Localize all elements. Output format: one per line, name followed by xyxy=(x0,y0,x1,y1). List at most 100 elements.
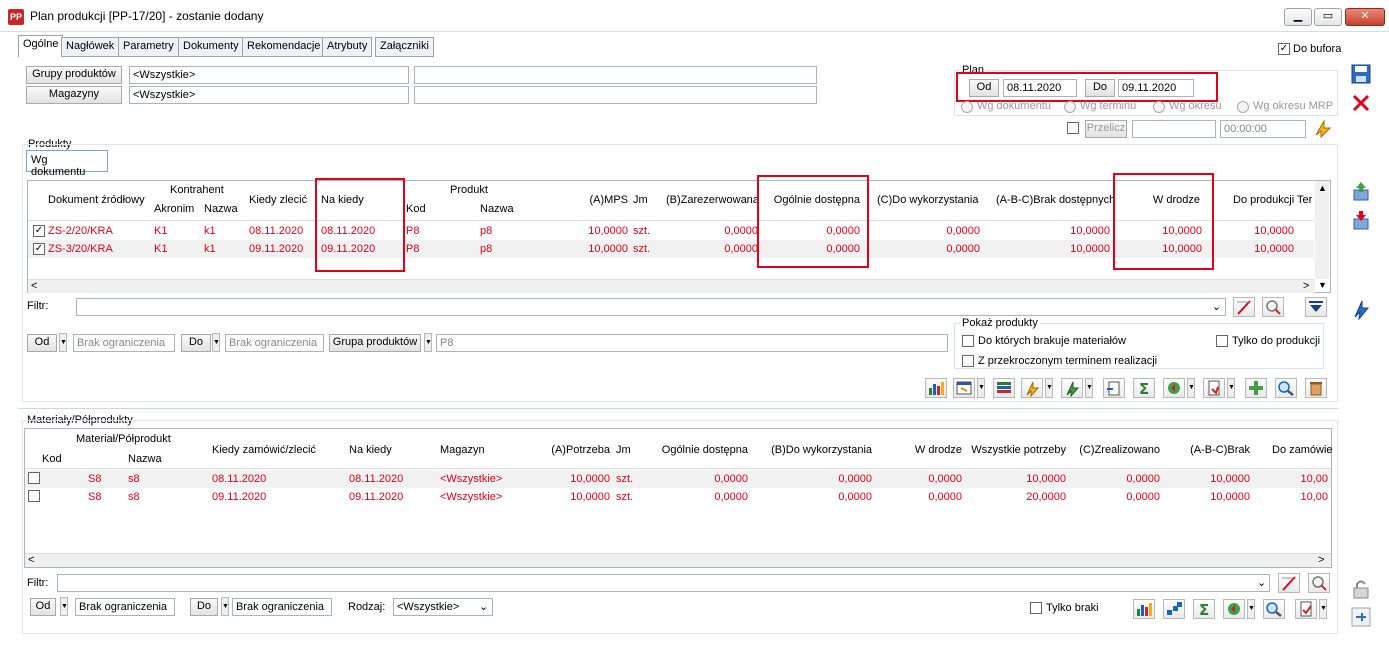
radio-wg-dokumentu[interactable] xyxy=(961,101,973,113)
scroll-right-icon[interactable]: > xyxy=(1303,280,1309,292)
col-termin[interactable]: Ter xyxy=(1297,194,1312,206)
col-kiedy-zlecic[interactable]: Kiedy zlecić xyxy=(249,194,307,206)
materialy-od-dropdown[interactable]: ▼ xyxy=(60,597,68,616)
undo-green-dropdown[interactable]: ▼ xyxy=(1187,378,1195,398)
radio-wg-terminu[interactable] xyxy=(1064,101,1076,113)
col-brak-dostepnych[interactable]: (A-B-C)Brak dostępnych xyxy=(996,194,1115,206)
produkty-do-dropdown[interactable]: ▼ xyxy=(212,333,220,352)
col-jm[interactable]: Jm xyxy=(633,194,648,206)
col-m-na-kiedy[interactable]: Na kiedy xyxy=(349,444,392,456)
col-do-produkcji[interactable]: Do produkcji xyxy=(1233,194,1294,206)
rodzaj-chevron-down-icon[interactable]: ⌄ xyxy=(479,600,488,613)
produkty-od-dropdown[interactable]: ▼ xyxy=(59,333,67,352)
m-undo-green-icon[interactable] xyxy=(1223,599,1245,619)
rodzaj-select[interactable]: <Wszystkie> xyxy=(393,598,493,616)
produkty-od-field[interactable]: Brak ograniczenia xyxy=(73,334,175,352)
produkty-do-field[interactable]: Brak ograniczenia xyxy=(225,334,324,352)
col-zarezerwowana[interactable]: (B)Zarezerwowana xyxy=(666,194,759,206)
col-m-magazyn[interactable]: Magazyn xyxy=(440,444,485,456)
m-row-checkbox[interactable] xyxy=(28,472,40,484)
m-clear-filter-icon[interactable] xyxy=(1278,573,1300,593)
subtab-wg-dokumentu[interactable]: Wg dokumentu xyxy=(26,150,108,178)
col-m-do-wykorzystania[interactable]: (B)Do wykorzystania xyxy=(760,444,872,456)
col-kontrahent-nazwa[interactable]: Nazwa xyxy=(204,203,238,215)
col-produkt-nazwa[interactable]: Nazwa xyxy=(480,203,514,215)
materialy-od-button[interactable]: Od xyxy=(30,598,56,616)
col-m-do-zamowienia[interactable]: Do zamówie xyxy=(1272,444,1333,456)
grupa-produktow-field[interactable]: P8 xyxy=(436,334,948,352)
import-down-icon[interactable] xyxy=(1350,209,1372,231)
m-filter-builder-icon[interactable] xyxy=(1308,573,1330,593)
col-m-potrzeba[interactable]: (A)Potrzeba xyxy=(540,444,610,456)
trash-icon[interactable] xyxy=(1305,378,1327,398)
m-undo-green-dropdown[interactable]: ▼ xyxy=(1247,599,1255,619)
col-m-brak[interactable]: (A-B-C)Brak xyxy=(1166,444,1250,456)
col-m-w-drodze[interactable]: W drodze xyxy=(880,444,962,456)
produkty-do-button[interactable]: Do xyxy=(181,334,211,352)
col-produkt-kod[interactable]: Kod xyxy=(406,203,426,215)
przelicz-button[interactable]: Przelicz xyxy=(1085,120,1127,138)
col-m-wszystkie[interactable]: Wszystkie potrzeby xyxy=(966,444,1066,456)
clear-filter-icon[interactable] xyxy=(1233,297,1255,317)
tab-parametry[interactable]: Parametry xyxy=(118,37,179,57)
process-lightning-icon[interactable] xyxy=(1350,298,1372,321)
export-document-icon[interactable] xyxy=(1103,378,1125,398)
materialy-do-field[interactable]: Brak ograniczenia xyxy=(232,598,332,616)
m-document-check-icon[interactable] xyxy=(1295,599,1317,619)
col-m-kod[interactable]: Kod xyxy=(42,453,62,465)
grupy-produktow-field[interactable]: <Wszystkie> xyxy=(129,66,409,84)
grid-schedule-icon[interactable] xyxy=(953,378,975,398)
produkty-od-button[interactable]: Od xyxy=(27,334,57,352)
magazyny-field[interactable]: <Wszystkie> xyxy=(129,86,409,104)
grupy-produktow-extra-field[interactable] xyxy=(414,66,817,84)
tab-rekomendacje[interactable]: Rekomendacje xyxy=(242,37,326,57)
tab-atrybuty[interactable]: Atrybuty xyxy=(322,37,373,57)
tylko-do-produkcji-checkbox[interactable] xyxy=(1216,335,1228,347)
generate-lightning-dropdown[interactable]: ▼ xyxy=(1045,378,1053,398)
row-checkbox[interactable]: ✓ xyxy=(33,243,45,255)
przelicz-time-field[interactable]: 00:00:00 xyxy=(1220,120,1306,138)
pin-icon[interactable] xyxy=(1350,606,1372,628)
filter-builder-icon[interactable] xyxy=(1262,297,1284,317)
col-m-zrealizowano[interactable]: (C)Zrealizowano xyxy=(1072,444,1160,456)
filtr-dropdown-icon[interactable]: ⌄ xyxy=(1212,300,1221,313)
m-sum-icon[interactable]: Σ xyxy=(1193,599,1215,619)
col-mps[interactable]: (A)MPS xyxy=(570,194,629,206)
search-icon[interactable] xyxy=(1275,378,1297,398)
m-row-checkbox[interactable] xyxy=(28,490,40,502)
tylko-braki-checkbox[interactable] xyxy=(1030,602,1042,614)
document-red-dropdown[interactable]: ▼ xyxy=(1227,378,1235,398)
produkty-filtr-input[interactable] xyxy=(76,298,1226,316)
m-scroll-right-icon[interactable]: > xyxy=(1318,554,1324,566)
row-checkbox[interactable]: ✓ xyxy=(33,225,45,237)
radio-wg-okresu-mrp[interactable] xyxy=(1237,101,1249,113)
materialy-filtr-input[interactable] xyxy=(57,574,1270,592)
undo-green-icon[interactable] xyxy=(1163,378,1185,398)
green-lightning-icon[interactable] xyxy=(1061,378,1083,398)
sum-icon[interactable]: Σ xyxy=(1133,378,1155,398)
grupy-produktow-button[interactable]: Grupy produktów xyxy=(26,66,122,84)
przelicz-date-field[interactable] xyxy=(1132,120,1216,138)
add-plus-icon[interactable] xyxy=(1245,378,1267,398)
col-dokument-zrodlowy[interactable]: Dokument źródłowy xyxy=(48,194,145,206)
grupa-produktow-dropdown[interactable]: ▼ xyxy=(424,333,432,352)
tab-ogolne[interactable]: Ogólne xyxy=(18,35,64,58)
przekroczony-termin-checkbox[interactable] xyxy=(962,355,974,367)
columns-icon[interactable] xyxy=(993,378,1015,398)
magazyny-button[interactable]: Magazyny xyxy=(26,86,122,104)
przelicz-checkbox[interactable] xyxy=(1067,122,1079,134)
save-disk-icon[interactable] xyxy=(1350,63,1372,85)
radio-wg-okresu[interactable] xyxy=(1153,101,1165,113)
magazyny-extra-field[interactable] xyxy=(414,86,817,104)
m-filtr-dropdown-icon[interactable]: ⌄ xyxy=(1257,576,1266,589)
produkty-vertical-scrollbar[interactable] xyxy=(1315,181,1329,279)
col-m-kiedy[interactable]: Kiedy zamówić/zlecić xyxy=(212,444,316,456)
col-m-nazwa[interactable]: Nazwa xyxy=(128,453,162,465)
m-document-check-dropdown[interactable]: ▼ xyxy=(1319,599,1327,619)
green-lightning-dropdown[interactable]: ▼ xyxy=(1085,378,1093,398)
scroll-up-icon[interactable]: ▲ xyxy=(1318,183,1327,193)
materialy-do-dropdown[interactable]: ▼ xyxy=(221,597,229,616)
cancel-x-icon[interactable] xyxy=(1350,92,1372,114)
col-m-jm[interactable]: Jm xyxy=(616,444,631,456)
col-akronim[interactable]: Akronim xyxy=(154,203,194,215)
